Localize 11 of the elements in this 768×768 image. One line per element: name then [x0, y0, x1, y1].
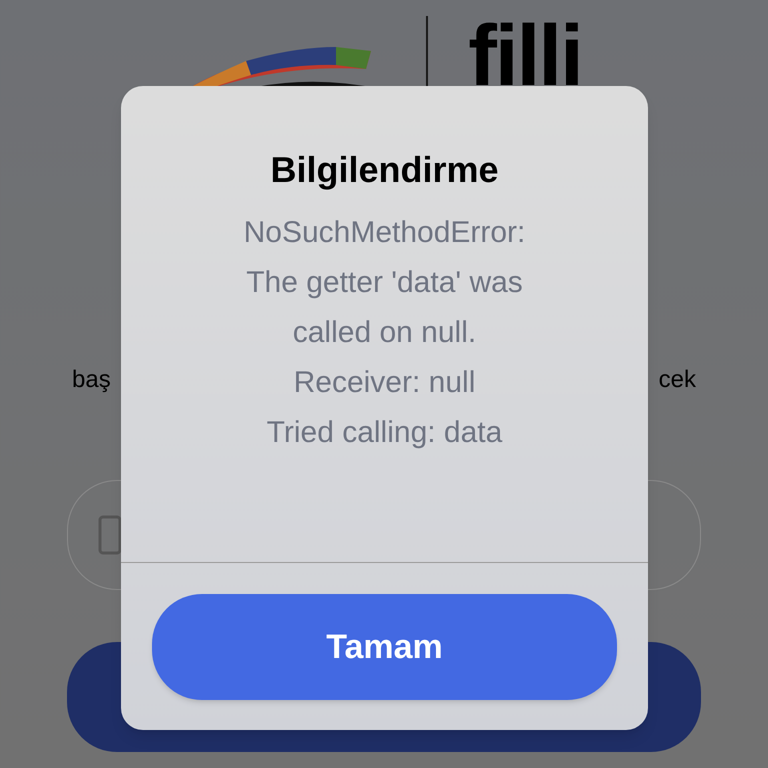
error-message-line: called on null.	[292, 315, 476, 351]
phone-icon	[98, 515, 122, 555]
logo-text: filli	[468, 20, 582, 88]
intro-text: cek	[658, 365, 696, 395]
intro-text: baş	[72, 365, 111, 395]
error-message-line: The getter 'data' was	[246, 265, 523, 301]
ok-button[interactable]: Tamam	[152, 594, 617, 700]
error-message-line: Receiver: null	[294, 365, 476, 401]
error-message-line: Tried calling: data	[266, 415, 502, 451]
error-message-line: NoSuchMethodError:	[244, 215, 526, 251]
dialog-title: Bilgilendirme	[270, 148, 499, 192]
